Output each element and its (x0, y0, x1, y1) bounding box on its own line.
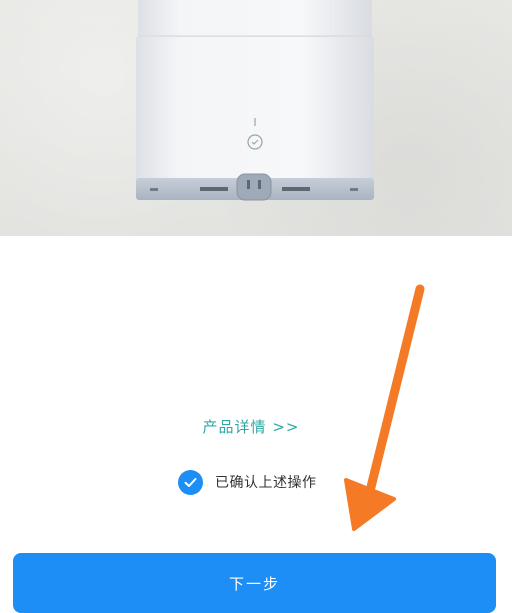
confirm-checkbox-row[interactable]: 已确认上述操作 (178, 469, 317, 495)
product-image (0, 0, 512, 236)
confirm-label: 已确认上述操作 (215, 475, 317, 491)
product-details-link[interactable]: 产品详情 >> (0, 416, 502, 437)
next-step-label: 下一步 (228, 575, 280, 593)
next-step-button[interactable]: 下一步 (13, 553, 496, 613)
checkbox-checked-icon[interactable] (178, 469, 203, 495)
humidifier-device-image (136, 0, 374, 201)
